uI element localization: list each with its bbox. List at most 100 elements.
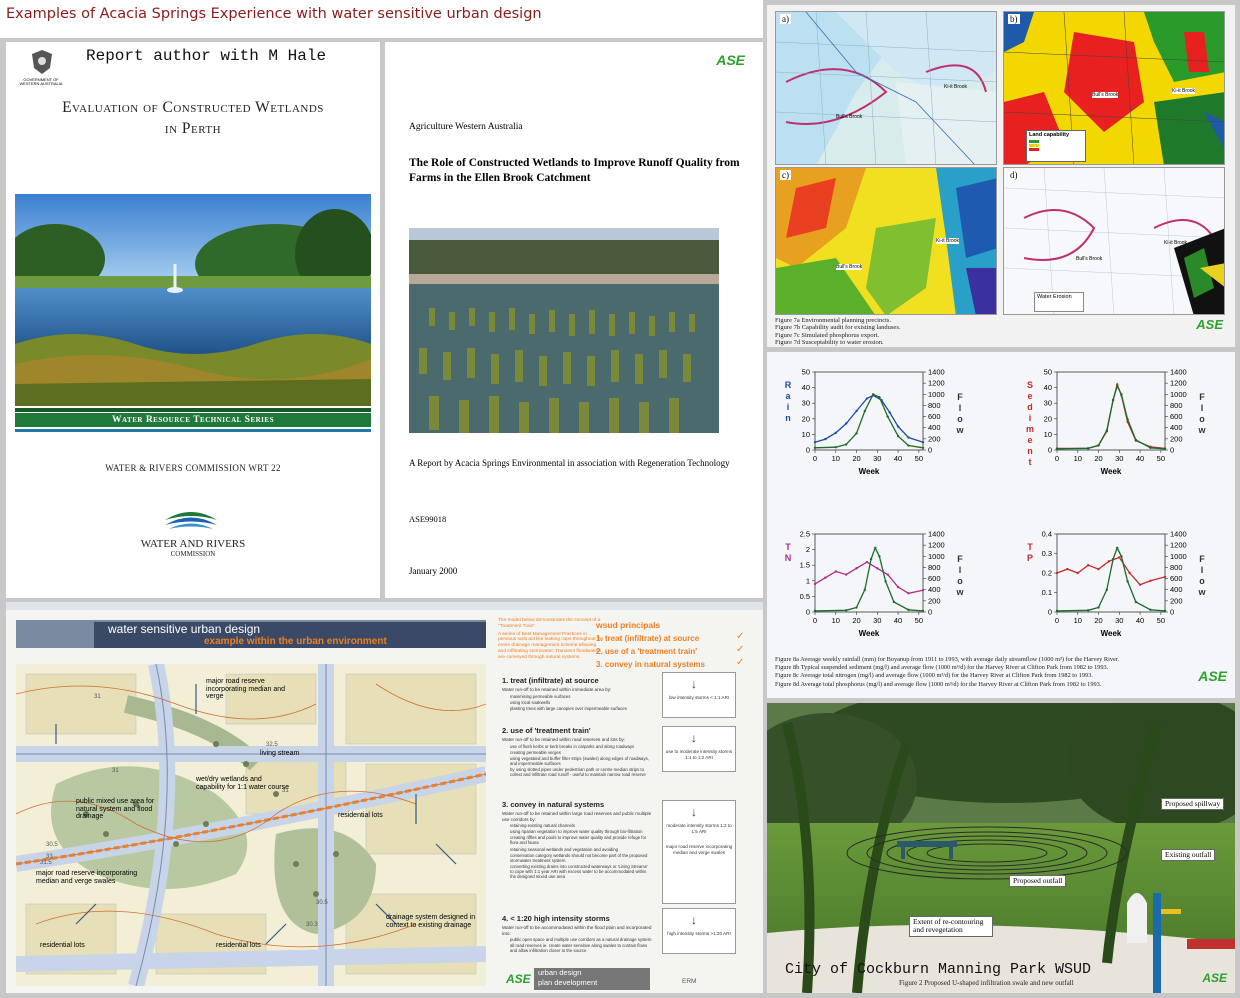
data-point [921, 609, 925, 613]
y-tick-label: 2 [806, 545, 810, 554]
wsud-diagram-2: ↓ use to moderate intensity storms 1:1 to… [662, 726, 736, 772]
y-tick-label: 10 [802, 430, 810, 439]
data-point [855, 409, 858, 413]
chart-4: 0 10 20 30 40 50 0 0.1 0.2 0.3 0.4 0 200 400 600 800 100… [1042, 530, 1187, 639]
y2-tick-label: 200 [1170, 596, 1183, 605]
data-point [813, 441, 817, 444]
x-tick-label: 10 [1074, 454, 1082, 463]
map-c[interactable]: c) Bull's Brook Ki-it Brook [775, 167, 997, 315]
chart-3: 0 10 20 30 40 50 0 0.5 1 1.5 2 2.5 0 200 400 600 800 1000… [800, 530, 945, 639]
callout-proposed-outfall: Proposed outfall [1009, 875, 1067, 888]
park-title: City of Cockburn Manning Park WSUD [785, 961, 1092, 978]
manning-park-panel[interactable]: Proposed spillway Existing outfall Propo… [767, 703, 1235, 993]
y-tick-label: 50 [1044, 368, 1052, 377]
data-point [1116, 384, 1119, 388]
flow-axis-label: Flow [955, 392, 965, 436]
data-point [865, 397, 869, 400]
plan-label-public-mixed-use: public mixed use area for natural system… [76, 798, 155, 821]
data-point [1163, 609, 1167, 613]
y2-tick-label: 1200 [928, 379, 945, 388]
x-tick-label: 10 [832, 454, 840, 463]
report-line: A Report by Acacia Springs Environmental… [409, 458, 730, 468]
wsud-intro-line1: The model below demonstrates the concept… [498, 618, 601, 629]
data-point [1163, 575, 1167, 579]
contour-label-4: 31 [282, 788, 289, 794]
x-tick-label: 40 [1136, 454, 1144, 463]
catchment-maps-panel[interactable]: a) Bull's Brook Ki-it Brook b) Land capa… [767, 5, 1235, 347]
x-axis-label: Week [859, 629, 880, 638]
x-axis-label: Week [1101, 467, 1122, 476]
maps-caption-a: Figure 7a Environmental planning precinc… [775, 317, 892, 324]
data-point [1120, 555, 1123, 558]
harvey-river-charts-panel[interactable]: 0 10 20 30 40 50 0 10 20 30 40 50 0 200 400 600 800 1000 1… [767, 352, 1235, 698]
page-title: Examples of Acacia Springs Experience wi… [6, 6, 542, 22]
principle-checks: ✓ ✓ ✓ [736, 630, 744, 669]
data-point [876, 567, 879, 570]
wsud-section-intro: Water run-off to be retained within imme… [502, 687, 612, 692]
page-header: Examples of Acacia Springs Experience wi… [0, 0, 763, 38]
left-axis-label: TN [783, 542, 793, 564]
wsud-master-plan[interactable]: major road reserve incorporating median … [16, 664, 486, 986]
crest-icon [32, 50, 52, 74]
data-point [896, 585, 900, 589]
wsud-section-intro: Water run-off to be retained within road… [502, 737, 626, 742]
y-tick-label: 1 [806, 576, 810, 585]
y-tick-label: 0 [806, 446, 810, 455]
map-a[interactable]: a) Bull's Brook Ki-it Brook [775, 11, 997, 165]
check-icon-2: ✓ [736, 644, 745, 655]
y2-tick-label: 1000 [1170, 552, 1187, 561]
data-point [884, 580, 887, 583]
author-note: Report author with M Hale [86, 47, 327, 65]
data-point [1118, 556, 1121, 559]
map-c-place-ki: Ki-it Brook [936, 238, 960, 244]
y-tick-label: 20 [802, 414, 810, 423]
wsud-bullet: retaining seasonal wetlands and vegetati… [510, 846, 618, 852]
y2-tick-label: 800 [928, 401, 941, 410]
data-point [907, 444, 910, 447]
wsud-panel[interactable]: water sensitive urban design example wit… [6, 602, 763, 993]
data-point [886, 415, 889, 418]
check-icon-1: ✓ [736, 631, 745, 642]
charts-caption-b: Figure 8b Typical suspended sediment (mg… [775, 664, 1109, 672]
wsud-bullet: using riparian vegetation to improve wat… [510, 829, 643, 835]
reed-wetland-illustration [409, 228, 719, 433]
x-tick-label: 30 [1115, 454, 1123, 463]
data-point [907, 592, 910, 595]
wsud-section-4: 4. < 1:20 high intensity storms Water run… [502, 914, 652, 953]
wetland-photo [15, 194, 371, 406]
report-cover-ellen-brook[interactable]: ASE Agriculture Western Australia The Ro… [385, 42, 763, 598]
map-b-label: b) [1008, 14, 1020, 24]
wsud-subtitle: example within the urban environment [204, 636, 387, 647]
wsud-intro: The model below demonstrates the concept… [498, 618, 604, 660]
y2-tick-label: 800 [1170, 401, 1183, 410]
wsud-bullet: public open space and multiple use corri… [510, 937, 652, 942]
plan-label-living-stream: living stream [260, 750, 300, 757]
gov-label: GOVERNMENT OF WESTERN AUSTRALIA [19, 77, 63, 87]
y-tick-label: 0 [1048, 608, 1052, 617]
y2-tick-label: 800 [928, 563, 941, 572]
report-cover-wetlands-perth[interactable]: GOVERNMENT OF WESTERN AUSTRALIA Report a… [6, 42, 380, 598]
y2-tick-label: 400 [928, 585, 941, 594]
left-axis-label: Sediment [1025, 380, 1035, 468]
y-tick-label: 0.1 [1042, 588, 1052, 597]
data-point [888, 411, 891, 414]
wsud-bullet: all road reserves ie. create water sensi… [510, 943, 648, 954]
data-point [834, 431, 837, 435]
data-point [824, 437, 827, 441]
wsud-diagram-4: ↓ high intensity storms >1:20 ARI [662, 908, 736, 954]
map-b[interactable]: b) Land capability Bull's Brook Ki-it Br… [1003, 11, 1225, 165]
charts-captions: Figure 8a Average weekly rainfall (mm) f… [775, 656, 1185, 689]
y2-tick-label: 200 [1170, 434, 1183, 443]
y-tick-label: 10 [1044, 430, 1052, 439]
arrow-down-icon: ↓ [691, 677, 697, 691]
data-point [834, 570, 837, 573]
principle-3: 3. convey in natural systems [596, 660, 705, 669]
y-tick-label: 30 [802, 399, 810, 408]
udp-logo-line2: plan development [538, 978, 598, 987]
callout-recontouring: Extent of re-contouring and revegetation [909, 916, 993, 937]
x-axis-label: Week [859, 467, 880, 476]
y2-tick-label: 200 [928, 596, 941, 605]
map-d[interactable]: d) Bull's Brook Ki-it Brook Water Erosio… [1003, 167, 1225, 315]
x-tick-label: 50 [915, 616, 923, 625]
data-point [855, 432, 858, 435]
